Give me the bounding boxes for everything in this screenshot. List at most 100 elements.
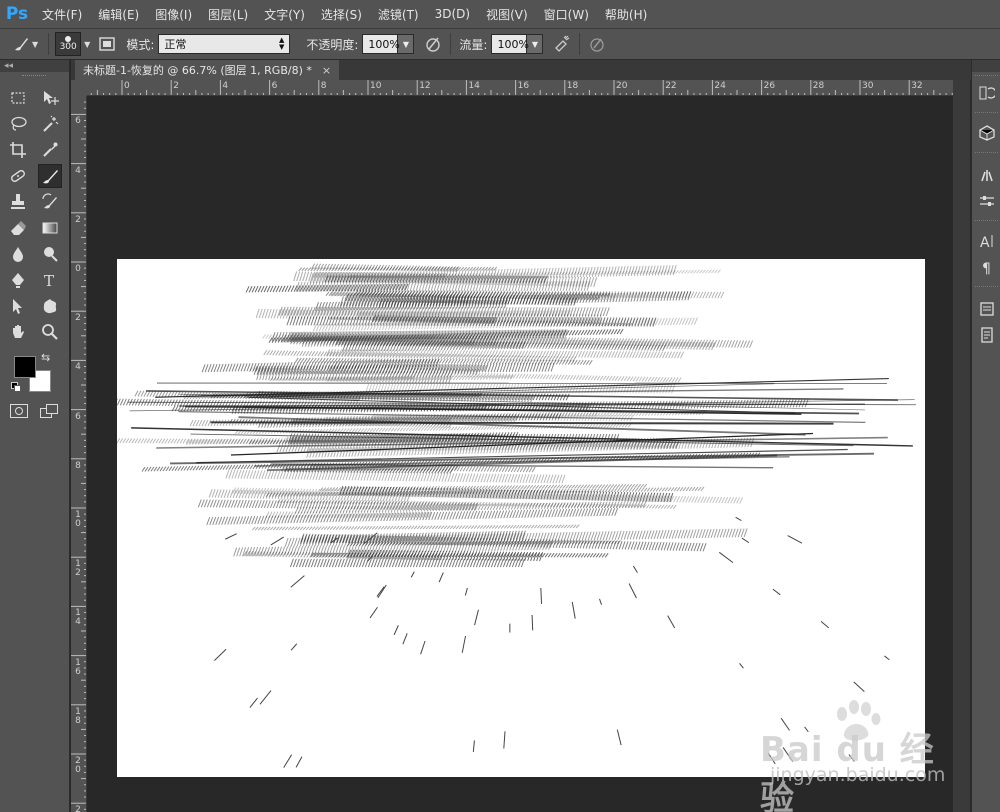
dodge-icon[interactable] [38,242,62,266]
menu-3d[interactable]: 3D(D) [427,7,478,21]
menu-help[interactable]: 帮助(H) [597,6,655,23]
horizontal-ruler[interactable]: 0 2 4 6 8 10 12 14 16 18 20 22 24 26 28 30 32 [87,80,953,96]
menu-type[interactable]: 文字(Y) [256,6,313,23]
ruler-top-label: 24 [714,81,726,91]
blur-icon[interactable] [6,242,30,266]
crop-icon[interactable] [6,138,30,162]
document-tab-bar: 未标题-1-恢复的 @ 66.7% (图层 1, RGB/8) * × [71,60,971,80]
close-tab-icon[interactable]: × [322,64,331,77]
document-tab[interactable]: 未标题-1-恢复的 @ 66.7% (图层 1, RGB/8) * × [75,60,340,80]
ruler-left-label: 14 [75,608,81,628]
ruler-top-label: 20 [616,81,628,91]
brush-panel-icon[interactable] [976,164,998,186]
lasso-icon[interactable] [6,112,30,136]
type-tool-icon[interactable]: T [38,268,62,292]
collapse-icon[interactable]: ◂◂ [4,61,13,71]
dock-grip[interactable] [975,75,998,79]
menu-filter[interactable]: 滤镜(T) [370,6,427,23]
path-selection-icon[interactable] [6,294,30,318]
notes-panel-icon[interactable] [976,324,998,346]
ruler-top-label: 12 [419,81,431,91]
zoom-icon[interactable] [38,320,62,344]
hand-icon[interactable] [6,320,30,344]
ruler-left-label: 4 [75,165,81,176]
ruler-left-label: 20 [75,756,81,775]
eraser-icon[interactable] [6,216,30,240]
photoshop-logo: Ps [5,4,29,24]
clone-stamp-icon[interactable] [6,190,30,214]
flow-dropdown-icon[interactable]: ▼ [527,34,544,54]
document-tab-title: 未标题-1-恢复的 @ 66.7% (图层 1, RGB/8) * [83,64,312,77]
updown-arrows-icon: ▲ ▼ [278,36,285,51]
toolbox-panel: ◂◂ T ⇆ [0,60,70,812]
dock-grip[interactable] [975,220,998,224]
watermark-url: jingyan.baidu.com [770,764,946,786]
menu-window[interactable]: 窗口(W) [536,6,597,23]
separator [450,33,452,55]
menu-view[interactable]: 视图(V) [478,6,536,23]
vertical-ruler[interactable]: 6420246810121416182022 [71,96,87,812]
menu-bar: Ps 文件(F) 编辑(E) 图像(I) 图层(L) 文字(Y) 选择(S) 滤… [0,0,1000,28]
brush-size-picker[interactable]: 300 [55,32,82,56]
ruler-left-label: 0 [75,264,81,274]
brush-size-value: 300 [59,42,77,52]
quick-mask-icon[interactable] [10,404,28,418]
pressure-opacity-icon[interactable] [422,33,444,55]
move-tool-icon[interactable] [38,86,62,110]
magic-wand-icon[interactable] [38,112,62,136]
menu-file[interactable]: 文件(F) [34,6,90,23]
character-panel-icon[interactable]: A [976,230,998,252]
brush-preset-icon[interactable] [10,33,32,55]
brush-tool-icon[interactable] [38,164,62,188]
ruler-left-label: 2 [75,313,81,324]
opacity-input[interactable]: 100% [362,34,400,54]
eyedropper-icon[interactable] [38,138,62,162]
mode-value: 正常 [164,38,187,51]
svg-text:T: T [44,272,54,289]
layers-panel-icon[interactable] [976,298,998,320]
history-panel-icon[interactable] [976,82,998,104]
menu-select[interactable]: 选择(S) [313,6,370,23]
default-colors-icon[interactable] [11,382,21,392]
history-brush-icon[interactable] [38,190,62,214]
ruler-top-label: 14 [468,81,480,91]
menu-layer[interactable]: 图层(L) [200,6,256,23]
flow-input[interactable]: 100% [491,34,529,54]
airbrush-icon[interactable] [551,33,573,55]
ruler-top-label: 2 [173,81,179,91]
ruler-top-label: 16 [517,81,530,91]
brush-panel-toggle-icon[interactable] [96,33,118,55]
ruler-origin[interactable] [71,80,87,96]
screen-mode-icon[interactable] [40,404,60,420]
3d-panel-icon[interactable] [976,122,998,144]
panel-dock-header[interactable] [972,60,1000,72]
dock-grip[interactable] [975,112,998,116]
dock-grip[interactable] [975,152,998,156]
mode-select[interactable]: 正常 ▲ ▼ [158,34,291,54]
separator [48,33,50,55]
flow-label: 流量: [459,37,488,52]
brush-size-dropdown-icon[interactable]: ▼ [84,40,90,49]
paragraph-panel-icon[interactable]: ¶ [976,256,998,278]
toolbox-grip[interactable] [22,75,46,78]
ruler-left-label: 2 [75,214,81,225]
menu-image[interactable]: 图像(I) [147,6,200,23]
foreground-color-swatch[interactable] [14,356,36,378]
opacity-dropdown-icon[interactable]: ▼ [398,34,415,54]
toolbox-header[interactable]: ◂◂ [0,60,69,72]
menu-edit[interactable]: 编辑(E) [90,6,147,23]
gradient-icon[interactable] [38,216,62,240]
ruler-left-label: 10 [75,510,81,529]
pen-icon[interactable] [6,268,30,292]
pressure-size-icon[interactable] [586,33,608,55]
ruler-left-label: 6 [75,116,81,127]
ruler-left-label: 22 [75,805,81,812]
rectangular-marquee-icon[interactable] [6,86,30,110]
dock-grip[interactable] [975,286,998,290]
ruler-top-label: 28 [812,81,825,91]
brush-preset-dropdown-icon[interactable]: ▼ [32,40,38,49]
swap-colors-icon[interactable]: ⇆ [41,351,50,364]
healing-brush-icon[interactable] [6,164,30,188]
adjustments-icon[interactable] [976,190,998,212]
custom-shape-icon[interactable] [38,294,62,318]
